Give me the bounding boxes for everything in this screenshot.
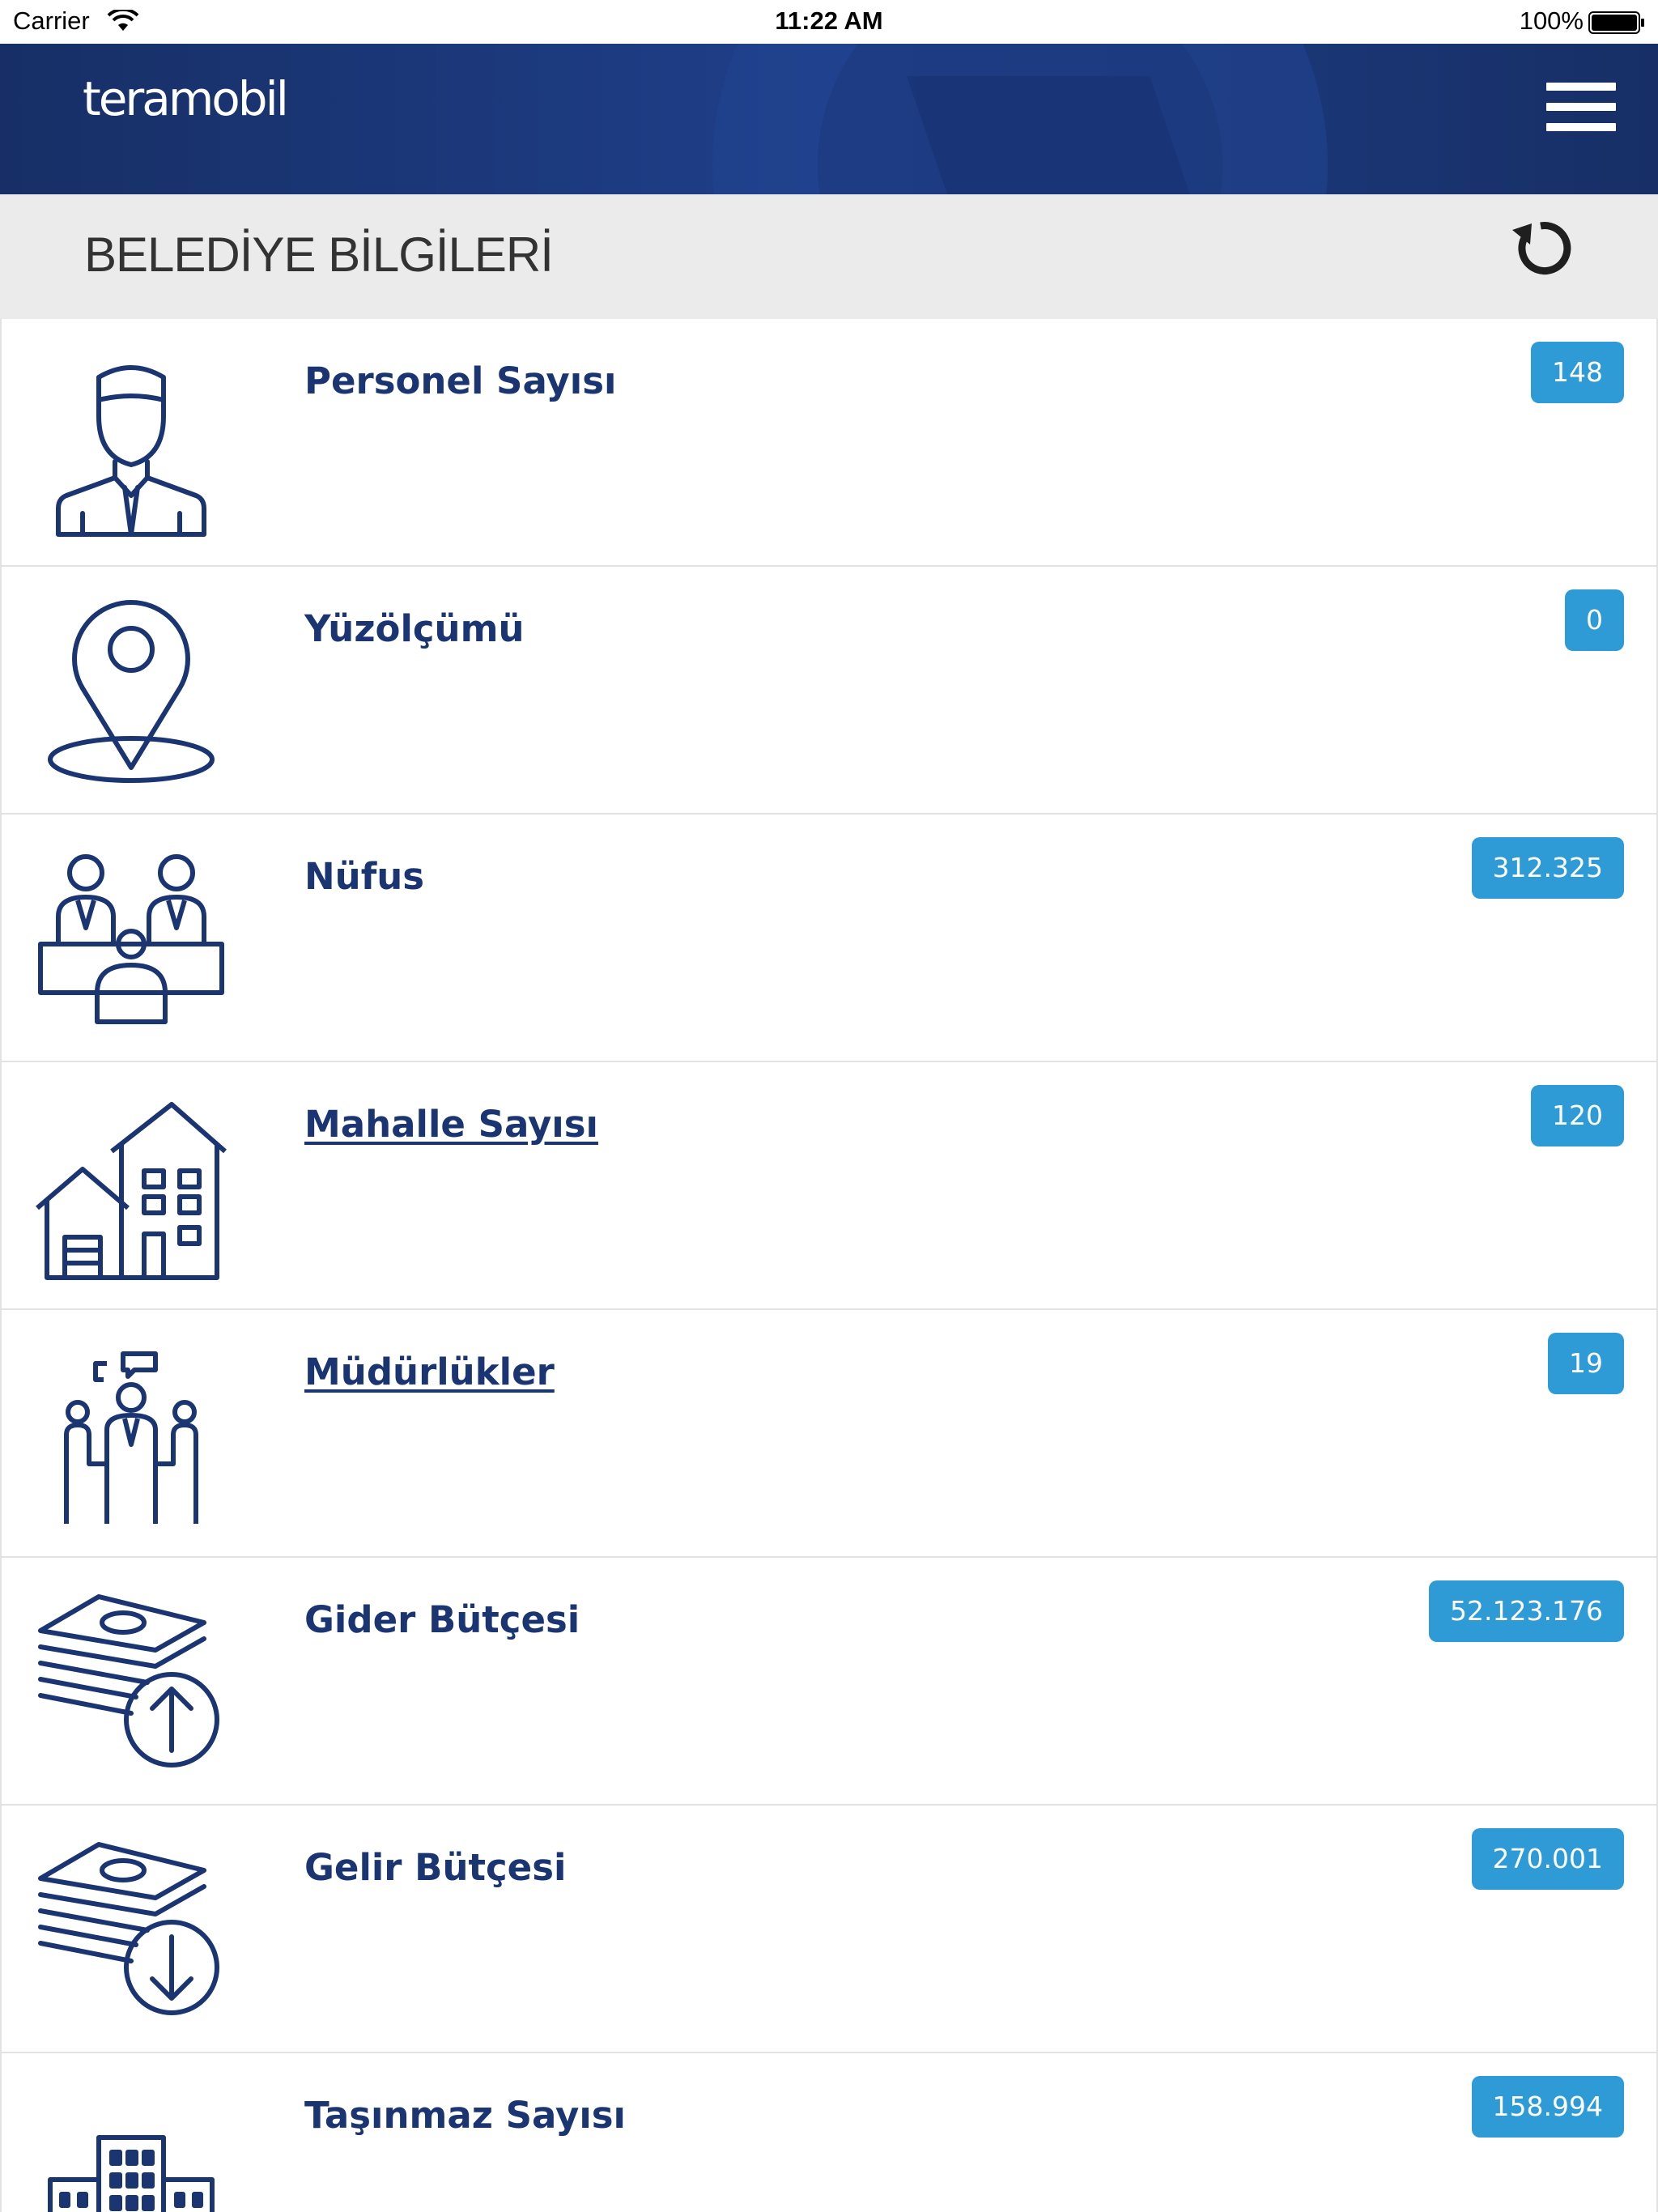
- employee-icon: [56, 365, 206, 537]
- money-up-icon: [38, 1594, 219, 1767]
- list-item-label[interactable]: Mahalle Sayısı: [304, 1103, 598, 1146]
- list-item-label: Nüfus: [304, 855, 425, 898]
- hamburger-menu-icon[interactable]: [1546, 83, 1616, 136]
- list-item-gider-butcesi[interactable]: Gider Bütçesi 52.123.176: [0, 1558, 1658, 1806]
- population-icon: [38, 854, 224, 1024]
- list-item-mudurlukler[interactable]: Müdürlükler 19: [0, 1310, 1658, 1558]
- value-badge: 120: [1531, 1085, 1624, 1146]
- value-badge: 312.325: [1471, 837, 1624, 899]
- list-item-label: Yüzölçümü: [304, 607, 525, 650]
- value-badge: 148: [1531, 342, 1624, 403]
- list-item-mahalle[interactable]: Mahalle Sayısı 120: [0, 1062, 1658, 1310]
- value-badge: 19: [1548, 1333, 1624, 1394]
- page-header: BELEDİYE BİLGİLERİ: [0, 194, 1658, 319]
- list-item-tasinmaz[interactable]: Taşınmaz Sayısı 158.994: [0, 2053, 1658, 2212]
- list-item-label: Gelir Bütçesi: [304, 1846, 567, 1889]
- money-down-icon: [38, 1842, 219, 2015]
- buildings-icon: [48, 2135, 215, 2212]
- list-item-label: Taşınmaz Sayısı: [304, 2094, 626, 2137]
- value-badge: 52.123.176: [1429, 1580, 1624, 1642]
- value-badge: 158.994: [1471, 2076, 1624, 2138]
- value-badge: 0: [1565, 589, 1624, 651]
- list-item-label: Gider Bütçesi: [304, 1598, 580, 1641]
- refresh-icon[interactable]: [1507, 215, 1574, 282]
- meeting-icon: [64, 1351, 198, 1524]
- clock: 11:22 AM: [775, 6, 883, 35]
- teramobil-logo: teramobil: [83, 71, 289, 126]
- battery-icon: [1588, 11, 1644, 34]
- list-item-gelir-butcesi[interactable]: Gelir Bütçesi 270.001: [0, 1806, 1658, 2053]
- list-item-nufus[interactable]: Nüfus 312.325: [0, 815, 1658, 1062]
- value-badge: 270.001: [1471, 1828, 1624, 1890]
- houses-icon: [36, 1102, 227, 1280]
- list-item-personel[interactable]: Personel Sayısı 148: [0, 319, 1658, 567]
- status-bar: Carrier 11:22 AM 100%: [0, 0, 1658, 44]
- app-header: teramobil: [0, 44, 1658, 194]
- list-item-yuzolcumu[interactable]: Yüzölçümü 0: [0, 567, 1658, 815]
- list-item-label: Personel Sayısı: [304, 359, 617, 402]
- list-item-label[interactable]: Müdürlükler: [304, 1351, 555, 1393]
- battery-percentage: 100%: [1519, 6, 1584, 35]
- location-pin-icon: [48, 600, 215, 783]
- page-title: BELEDİYE BİLGİLERİ: [84, 228, 554, 282]
